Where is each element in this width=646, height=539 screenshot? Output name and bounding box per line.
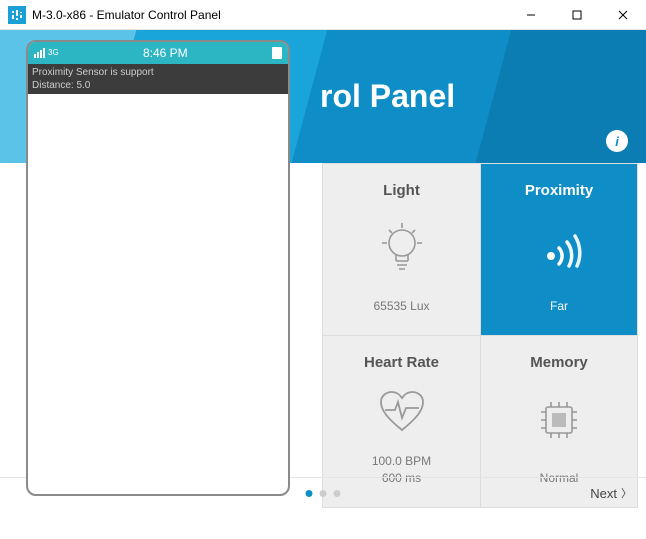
- battery-icon: [272, 47, 282, 59]
- window-title: M-3.0-x86 - Emulator Control Panel: [32, 8, 508, 22]
- tile-heart-rate-title: Heart Rate: [364, 354, 439, 371]
- tile-proximity[interactable]: Proximity Far: [480, 163, 638, 336]
- page-dots: [306, 490, 341, 497]
- heart-rate-bpm: 100.0 BPM: [372, 453, 431, 470]
- device-frame: 3G 8:46 PM Proximity Sensor is support D…: [26, 40, 290, 496]
- chip-icon: [536, 390, 582, 450]
- device-status-bar: 3G 8:46 PM: [28, 42, 288, 64]
- sensor-status-text: Proximity Sensor is support: [32, 66, 284, 79]
- banner-title: rol Panel: [320, 78, 455, 115]
- page-dot-3[interactable]: [334, 490, 341, 497]
- next-label: Next: [590, 486, 617, 501]
- app-icon: [8, 6, 26, 24]
- title-bar: M-3.0-x86 - Emulator Control Panel: [0, 0, 646, 30]
- tile-light-value: 65535 Lux: [373, 298, 429, 315]
- info-icon[interactable]: i: [606, 130, 628, 152]
- network-label: 3G: [48, 49, 59, 57]
- proximity-icon: [531, 218, 587, 278]
- signal-icon: [34, 48, 45, 58]
- close-button[interactable]: [600, 0, 646, 29]
- next-button[interactable]: Next 〉: [590, 485, 632, 501]
- page-dot-1[interactable]: [306, 490, 313, 497]
- chevron-right-icon: 〉: [621, 485, 632, 501]
- tile-light[interactable]: Light 65535 Lux: [322, 163, 480, 336]
- maximize-button[interactable]: [554, 0, 600, 29]
- sensor-distance-text: Distance: 5.0: [32, 79, 284, 92]
- tile-proximity-value: Far: [550, 298, 568, 315]
- tile-light-title: Light: [383, 182, 420, 199]
- tile-memory-title: Memory: [530, 354, 588, 371]
- tile-proximity-title: Proximity: [525, 182, 593, 199]
- sensor-grid: Light 65535 Lux Proximity: [322, 163, 638, 508]
- window-controls: [508, 0, 646, 29]
- content-area: rol Panel i 3G 8:46 PM Proximity Sensor …: [0, 30, 646, 508]
- minimize-button[interactable]: [508, 0, 554, 29]
- clock-label: 8:46 PM: [59, 46, 272, 60]
- page-dot-2[interactable]: [320, 490, 327, 497]
- device-screen: Proximity Sensor is support Distance: 5.…: [28, 64, 288, 94]
- lightbulb-icon: [380, 218, 424, 278]
- heart-icon: [377, 382, 427, 442]
